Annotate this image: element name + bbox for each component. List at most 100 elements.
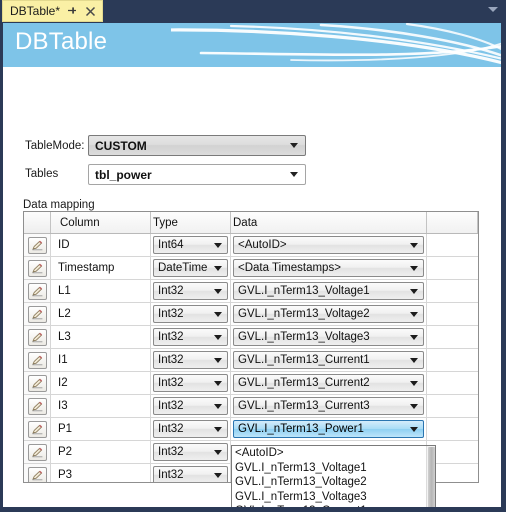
data-mapping-grid[interactable]: Column Type Data ID Int64 <AutoID> Timestam… bbox=[23, 211, 479, 483]
cell-data[interactable]: GVL.I_nTerm13_Voltage1 bbox=[231, 280, 427, 302]
data-combobox[interactable]: GVL.I_nTerm13_Voltage3 bbox=[233, 328, 424, 346]
cell-column[interactable]: L1 bbox=[51, 280, 151, 302]
cell-data[interactable]: GVL.I_nTerm13_Current3 bbox=[231, 395, 427, 417]
pencil-icon[interactable] bbox=[27, 397, 47, 415]
cell-column[interactable]: I1 bbox=[51, 349, 151, 371]
row-edit-cell[interactable] bbox=[24, 257, 51, 279]
close-icon[interactable] bbox=[84, 5, 97, 18]
type-combobox[interactable]: Int64 bbox=[153, 236, 228, 254]
pencil-icon[interactable] bbox=[27, 305, 47, 323]
dropdown-scrollbar-thumb[interactable] bbox=[428, 447, 435, 507]
type-combobox[interactable]: Int32 bbox=[153, 374, 228, 392]
row-edit-cell[interactable] bbox=[24, 303, 51, 325]
cell-column[interactable]: ID bbox=[51, 234, 151, 256]
cell-data[interactable]: <AutoID> bbox=[231, 234, 427, 256]
cell-data[interactable]: <Data Timestamps> bbox=[231, 257, 427, 279]
pencil-icon[interactable] bbox=[27, 466, 47, 482]
cell-type[interactable]: Int32 bbox=[151, 280, 231, 302]
cell-data[interactable]: GVL.I_nTerm13_Current1 bbox=[231, 349, 427, 371]
type-combobox[interactable]: DateTime bbox=[153, 259, 228, 277]
row-edit-cell[interactable] bbox=[24, 280, 51, 302]
table-row[interactable]: Timestamp DateTime <Data Timestamps> bbox=[24, 257, 478, 280]
dropdown-option[interactable]: GVL.I_nTerm13_Voltage1 bbox=[232, 461, 435, 476]
cell-column[interactable]: L2 bbox=[51, 303, 151, 325]
type-combobox[interactable]: Int32 bbox=[153, 443, 228, 461]
type-combobox[interactable]: Int32 bbox=[153, 420, 228, 438]
row-edit-cell[interactable] bbox=[24, 349, 51, 371]
data-dropdown-popup[interactable]: <AutoID> GVL.I_nTerm13_Voltage1 GVL.I_nTer… bbox=[231, 445, 436, 507]
grid-header-data[interactable]: Data bbox=[231, 212, 427, 233]
data-combobox[interactable]: GVL.I_nTerm13_Voltage1 bbox=[233, 282, 424, 300]
table-row[interactable]: I2 Int32 GVL.I_nTerm13_Current2 bbox=[24, 372, 478, 395]
data-combobox[interactable]: GVL.I_nTerm13_Voltage2 bbox=[233, 305, 424, 323]
dropdown-option[interactable]: <AutoID> bbox=[232, 446, 435, 461]
dropdown-option[interactable]: GVL.I_nTerm13_Current1 bbox=[232, 504, 435, 507]
data-combobox[interactable]: GVL.I_nTerm13_Current1 bbox=[233, 351, 424, 369]
table-row[interactable]: L1 Int32 GVL.I_nTerm13_Voltage1 bbox=[24, 280, 478, 303]
cell-column[interactable]: P1 bbox=[51, 418, 151, 440]
cell-type[interactable]: Int32 bbox=[151, 441, 231, 463]
chevron-down-icon[interactable] bbox=[488, 7, 498, 12]
cell-type[interactable]: Int32 bbox=[151, 418, 231, 440]
cell-type[interactable]: Int32 bbox=[151, 395, 231, 417]
row-edit-cell[interactable] bbox=[24, 418, 51, 440]
row-edit-cell[interactable] bbox=[24, 441, 51, 463]
grid-header-column[interactable]: Column bbox=[51, 212, 151, 233]
tables-combobox[interactable]: tbl_power bbox=[88, 164, 306, 185]
pencil-icon[interactable] bbox=[27, 420, 47, 438]
pin-icon[interactable] bbox=[66, 5, 78, 17]
table-row[interactable]: L2 Int32 GVL.I_nTerm13_Voltage2 bbox=[24, 303, 478, 326]
dropdown-scrollbar[interactable] bbox=[426, 446, 435, 507]
row-edit-cell[interactable] bbox=[24, 372, 51, 394]
cell-column[interactable]: I2 bbox=[51, 372, 151, 394]
pencil-icon[interactable] bbox=[27, 443, 47, 461]
cell-data[interactable]: GVL.I_nTerm13_Power1 bbox=[231, 418, 427, 440]
row-edit-cell[interactable] bbox=[24, 234, 51, 256]
cell-data[interactable]: GVL.I_nTerm13_Voltage2 bbox=[231, 303, 427, 325]
cell-type[interactable]: DateTime bbox=[151, 257, 231, 279]
cell-type[interactable]: Int32 bbox=[151, 349, 231, 371]
type-combobox[interactable]: Int32 bbox=[153, 328, 228, 346]
type-combobox[interactable]: Int32 bbox=[153, 397, 228, 415]
cell-column[interactable]: L3 bbox=[51, 326, 151, 348]
pencil-icon[interactable] bbox=[27, 282, 47, 300]
type-combobox[interactable]: Int32 bbox=[153, 305, 228, 323]
row-edit-cell[interactable] bbox=[24, 464, 51, 482]
tablemode-combobox[interactable]: CUSTOM bbox=[88, 135, 306, 156]
cell-column[interactable]: I3 bbox=[51, 395, 151, 417]
pencil-icon[interactable] bbox=[27, 328, 47, 346]
cell-type[interactable]: Int32 bbox=[151, 326, 231, 348]
type-combobox[interactable]: Int32 bbox=[153, 351, 228, 369]
pencil-icon[interactable] bbox=[27, 259, 47, 277]
cell-column[interactable]: P3 bbox=[51, 464, 151, 482]
cell-type[interactable]: Int32 bbox=[151, 464, 231, 482]
pencil-icon[interactable] bbox=[27, 236, 47, 254]
pencil-icon[interactable] bbox=[27, 374, 47, 392]
dropdown-option[interactable]: GVL.I_nTerm13_Voltage3 bbox=[232, 490, 435, 505]
pencil-icon[interactable] bbox=[27, 351, 47, 369]
row-edit-cell[interactable] bbox=[24, 395, 51, 417]
data-combobox[interactable]: <AutoID> bbox=[233, 236, 424, 254]
data-combobox[interactable]: GVL.I_nTerm13_Power1 bbox=[233, 420, 424, 438]
row-edit-cell[interactable] bbox=[24, 326, 51, 348]
data-combobox[interactable]: <Data Timestamps> bbox=[233, 259, 424, 277]
tab-dbtable[interactable]: DBTable* bbox=[2, 0, 104, 22]
data-combobox[interactable]: GVL.I_nTerm13_Current3 bbox=[233, 397, 424, 415]
cell-data[interactable]: GVL.I_nTerm13_Voltage3 bbox=[231, 326, 427, 348]
table-row[interactable]: P1 Int32 GVL.I_nTerm13_Power1 bbox=[24, 418, 478, 441]
data-combobox[interactable]: GVL.I_nTerm13_Current2 bbox=[233, 374, 424, 392]
table-row[interactable]: I3 Int32 GVL.I_nTerm13_Current3 bbox=[24, 395, 478, 418]
cell-data[interactable]: GVL.I_nTerm13_Current2 bbox=[231, 372, 427, 394]
dropdown-option[interactable]: GVL.I_nTerm13_Voltage2 bbox=[232, 475, 435, 490]
cell-type[interactable]: Int64 bbox=[151, 234, 231, 256]
cell-type[interactable]: Int32 bbox=[151, 303, 231, 325]
cell-column[interactable]: P2 bbox=[51, 441, 151, 463]
type-combobox[interactable]: Int32 bbox=[153, 282, 228, 300]
dropdown-option-list[interactable]: <AutoID> GVL.I_nTerm13_Voltage1 GVL.I_nTer… bbox=[232, 446, 435, 507]
cell-column[interactable]: Timestamp bbox=[51, 257, 151, 279]
grid-header-type[interactable]: Type bbox=[151, 212, 231, 233]
cell-type[interactable]: Int32 bbox=[151, 372, 231, 394]
table-row[interactable]: L3 Int32 GVL.I_nTerm13_Voltage3 bbox=[24, 326, 478, 349]
table-row[interactable]: ID Int64 <AutoID> bbox=[24, 234, 478, 257]
type-combobox[interactable]: Int32 bbox=[153, 466, 228, 482]
